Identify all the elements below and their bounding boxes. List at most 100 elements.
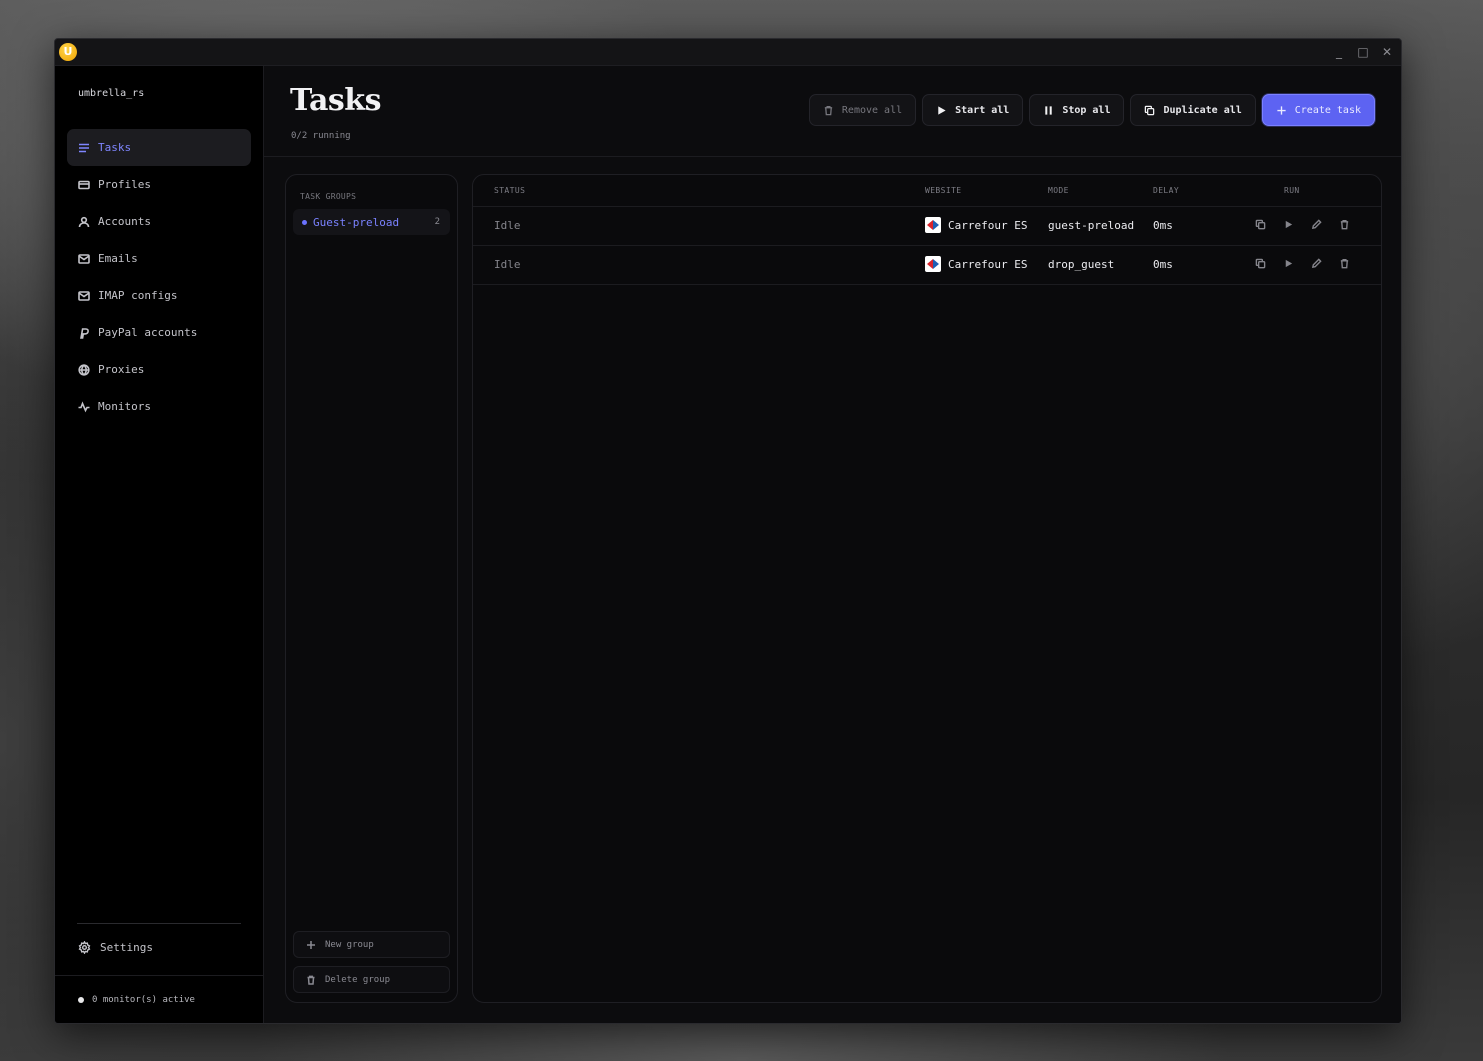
- minimize-button[interactable]: _: [1331, 43, 1347, 61]
- sidebar-nav: Tasks Profiles Accounts Emails IMAP conf…: [67, 129, 251, 425]
- task-status: Idle: [494, 258, 521, 271]
- toolbar: Remove all Start all Stop all Duplicate …: [808, 94, 1375, 126]
- task-mode: guest-preload: [1048, 219, 1135, 232]
- sidebar-item-label: IMAP configs: [98, 289, 178, 302]
- task-website: Carrefour ES: [925, 217, 1027, 233]
- user-icon: [78, 216, 98, 228]
- inbox-icon: [78, 290, 98, 302]
- row-actions: [1255, 258, 1350, 269]
- play-task-icon[interactable]: [1283, 258, 1294, 269]
- delete-group-label: Delete group: [325, 974, 391, 985]
- edit-task-icon[interactable]: [1311, 258, 1322, 269]
- table-header: STATUS WEBSITE MODE DELAY RUN: [473, 175, 1381, 207]
- title-bar: U _ □ ✕: [55, 39, 1401, 66]
- column-website[interactable]: WEBSITE: [925, 186, 962, 195]
- table-row[interactable]: Idle Carrefour ES drop_guest 0ms: [473, 246, 1381, 285]
- sidebar-item-label: PayPal accounts: [98, 326, 198, 339]
- task-website-name: Carrefour ES: [948, 257, 1028, 271]
- card-icon: [78, 179, 98, 191]
- duplicate-all-button[interactable]: Duplicate all: [1130, 94, 1256, 126]
- sidebar-item-profiles[interactable]: Profiles: [67, 166, 251, 203]
- plus-icon: [307, 940, 315, 949]
- sidebar-item-imap-configs[interactable]: IMAP configs: [67, 277, 251, 314]
- running-count: 0/2 running: [291, 131, 351, 141]
- table-row[interactable]: Idle Carrefour ES guest-preload 0ms: [473, 207, 1381, 246]
- delete-task-icon[interactable]: [1339, 258, 1350, 269]
- play-task-icon[interactable]: [1283, 219, 1294, 230]
- create-task-label: Create task: [1294, 104, 1361, 116]
- carrefour-logo-icon: [925, 217, 941, 233]
- carrefour-logo-icon: [925, 256, 941, 272]
- group-name: Guest-preload: [313, 215, 400, 229]
- duplicate-all-label: Duplicate all: [1163, 104, 1242, 116]
- start-all-label: Start all: [955, 104, 1010, 116]
- task-groups-panel: TASK GROUPS Guest-preload 2 New group De…: [285, 174, 458, 1003]
- close-button[interactable]: ✕: [1379, 43, 1395, 61]
- column-run[interactable]: RUN: [1284, 186, 1300, 195]
- sidebar-item-monitors[interactable]: Monitors: [67, 388, 251, 425]
- sidebar-item-label: Proxies: [98, 363, 145, 376]
- task-website: Carrefour ES: [925, 256, 1027, 272]
- sidebar-item-tasks[interactable]: Tasks: [67, 129, 251, 166]
- task-mode: drop_guest: [1048, 258, 1115, 271]
- delete-task-icon[interactable]: [1339, 219, 1350, 230]
- trash-icon: [824, 105, 833, 115]
- column-delay[interactable]: DELAY: [1153, 186, 1179, 195]
- task-delay: 0ms: [1153, 219, 1173, 232]
- create-task-button[interactable]: Create task: [1261, 94, 1375, 126]
- sidebar-item-label: Monitors: [98, 400, 151, 413]
- page-header: Tasks 0/2 running Remove all Start all S…: [264, 66, 1401, 157]
- settings-label: Settings: [100, 941, 153, 954]
- tasks-table: STATUS WEBSITE MODE DELAY RUN Idle Carre…: [472, 174, 1382, 1003]
- sidebar-item-label: Profiles: [98, 178, 151, 191]
- row-actions: [1255, 219, 1350, 230]
- pause-icon: [1045, 105, 1053, 115]
- list-icon: [78, 142, 98, 154]
- sidebar-item-proxies[interactable]: Proxies: [67, 351, 251, 388]
- stop-all-button[interactable]: Stop all: [1029, 94, 1125, 126]
- activity-icon: [78, 400, 98, 413]
- main-content: Tasks 0/2 running Remove all Start all S…: [264, 66, 1401, 1023]
- sidebar-item-settings[interactable]: Settings: [78, 941, 153, 954]
- sidebar-divider: [77, 923, 241, 924]
- page-title: Tasks: [290, 83, 381, 118]
- sidebar-item-paypal-accounts[interactable]: PayPal accounts: [67, 314, 251, 351]
- duplicate-task-icon[interactable]: [1255, 258, 1266, 269]
- app-logo-icon: U: [59, 43, 77, 61]
- monitor-status-text: 0 monitor(s) active: [92, 995, 195, 1005]
- sidebar-item-label: Accounts: [98, 215, 151, 228]
- play-icon: [938, 105, 946, 115]
- edit-task-icon[interactable]: [1311, 219, 1322, 230]
- new-group-button[interactable]: New group: [293, 931, 450, 958]
- remove-all-button[interactable]: Remove all: [808, 94, 917, 126]
- maximize-button[interactable]: □: [1355, 43, 1371, 61]
- copy-icon: [1145, 105, 1155, 115]
- paypal-icon: [78, 327, 98, 339]
- duplicate-task-icon[interactable]: [1255, 219, 1266, 230]
- start-all-button[interactable]: Start all: [922, 94, 1024, 126]
- group-count: 2: [434, 217, 440, 227]
- task-groups-heading: TASK GROUPS: [300, 192, 357, 201]
- sidebar-item-accounts[interactable]: Accounts: [67, 203, 251, 240]
- sidebar-item-emails[interactable]: Emails: [67, 240, 251, 277]
- sidebar: umbrella_rs Tasks Profiles Accounts Emai…: [55, 66, 264, 1023]
- app-window: U _ □ ✕ umbrella_rs Tasks Profiles Accou…: [54, 38, 1402, 1024]
- window-controls: _ □ ✕: [1331, 43, 1395, 61]
- sidebar-footer-divider: [55, 975, 263, 976]
- mail-icon: [78, 253, 98, 265]
- group-dot-icon: [302, 219, 307, 225]
- column-status[interactable]: STATUS: [494, 186, 525, 195]
- plus-icon: [1277, 105, 1286, 115]
- sidebar-item-label: Tasks: [98, 141, 132, 154]
- delete-group-button[interactable]: Delete group: [293, 966, 450, 993]
- new-group-label: New group: [325, 939, 374, 950]
- group-item-guest-preload[interactable]: Guest-preload 2: [293, 209, 450, 235]
- username: umbrella_rs: [78, 88, 145, 99]
- column-mode[interactable]: MODE: [1048, 186, 1069, 195]
- trash-icon: [307, 975, 315, 985]
- remove-all-label: Remove all: [841, 104, 903, 116]
- monitor-status: 0 monitor(s) active: [78, 995, 195, 1005]
- status-dot-icon: [78, 997, 84, 1003]
- task-status: Idle: [494, 219, 521, 232]
- task-website-name: Carrefour ES: [948, 218, 1028, 232]
